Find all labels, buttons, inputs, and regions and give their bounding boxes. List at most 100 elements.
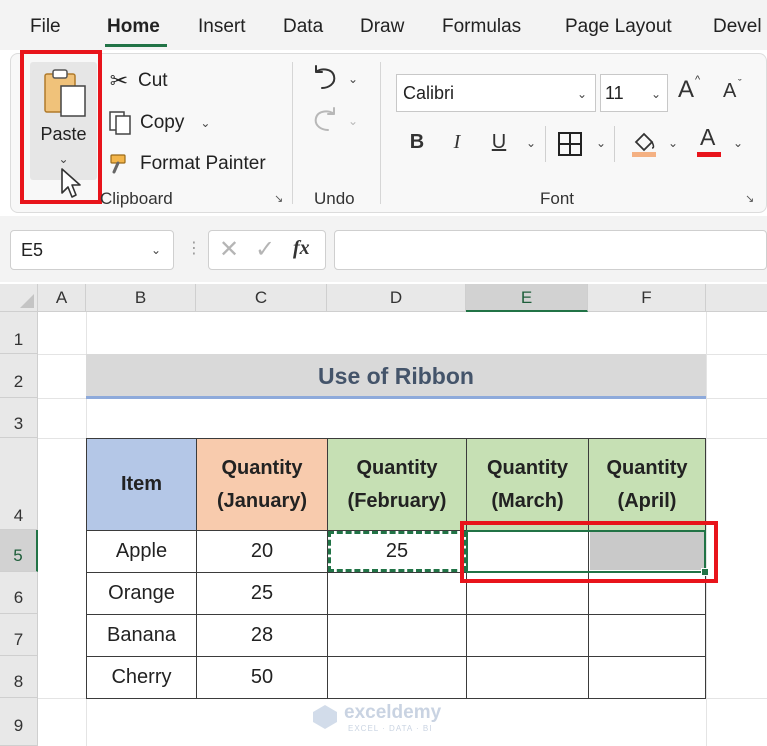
table-cell[interactable] (588, 656, 706, 699)
table-cell[interactable]: 25 (196, 572, 328, 615)
formula-controls: ✕ ✓ fx (208, 230, 326, 270)
table-cell[interactable]: 20 (196, 530, 328, 573)
font-name-value: Calibri (403, 83, 455, 103)
table-cell[interactable]: Orange (86, 572, 197, 615)
tab-insert[interactable]: Insert (198, 16, 246, 38)
row-header-8[interactable]: 8 (0, 656, 38, 698)
table-cell[interactable] (327, 572, 467, 615)
underline-button[interactable]: U (485, 131, 513, 154)
fill-color-icon[interactable] (630, 128, 658, 158)
header-february[interactable]: Quantity (February) (327, 438, 467, 531)
table-cell[interactable]: Apple (86, 530, 197, 573)
table-cell[interactable]: Banana (86, 614, 197, 657)
name-box[interactable]: E5 ⌄ (10, 230, 174, 270)
clipboard-launcher-icon[interactable]: ↘ (274, 193, 286, 205)
borders-icon[interactable] (557, 131, 583, 157)
tab-page-layout[interactable]: Page Layout (565, 16, 672, 38)
row-header-5[interactable]: 5 (0, 530, 38, 572)
select-all-button[interactable] (0, 284, 38, 312)
copy-button[interactable]: Copy ⌄ (108, 110, 210, 136)
copy-icon (109, 111, 131, 135)
row-header-1[interactable]: 1 (0, 312, 38, 354)
undo-icon[interactable] (310, 64, 340, 92)
bold-button[interactable]: B (403, 131, 431, 154)
header-item[interactable]: Item (86, 438, 197, 531)
paintbrush-icon (110, 154, 126, 174)
format-painter-button[interactable]: Format Painter (108, 152, 266, 176)
row-header-6[interactable]: 6 (0, 572, 38, 614)
table-cell[interactable]: 28 (196, 614, 328, 657)
table-cell[interactable] (466, 614, 589, 657)
header-march-line1: Quantity (486, 456, 569, 479)
column-header-c[interactable]: C (196, 284, 327, 312)
row-header-9[interactable]: 9 (0, 698, 38, 746)
ribbon-separator (292, 62, 293, 204)
watermark-tagline: EXCEL · DATA · BI (348, 724, 433, 733)
insert-function-icon[interactable]: fx (293, 237, 310, 260)
header-january[interactable]: Quantity (January) (196, 438, 328, 531)
row-header-4[interactable]: 4 (0, 438, 38, 530)
paste-highlight-box (20, 50, 102, 204)
cut-label: Cut (138, 70, 168, 91)
ribbon-separator (380, 62, 381, 204)
confirm-entry-icon[interactable]: ✓ (255, 235, 275, 264)
undo-dropdown-chevron-icon[interactable]: ⌄ (348, 72, 358, 86)
column-header-f[interactable]: F (588, 284, 706, 312)
font-launcher-icon[interactable]: ↘ (745, 193, 757, 205)
row-header-2[interactable]: 2 (0, 354, 38, 398)
formula-bar-grip-icon: ⋮ (186, 240, 202, 257)
cancel-entry-icon[interactable]: ✕ (219, 235, 239, 264)
decrease-font-size-icon[interactable]: A (723, 80, 736, 103)
tab-home[interactable]: Home (107, 16, 160, 38)
tab-formulas[interactable]: Formulas (442, 16, 521, 38)
column-header-b[interactable]: B (86, 284, 196, 312)
row-header-7[interactable]: 7 (0, 614, 38, 656)
header-item-label: Item (120, 473, 163, 495)
font-color-icon[interactable]: A (700, 124, 715, 151)
row-header-3[interactable]: 3 (0, 398, 38, 438)
cut-button[interactable]: ✂ Cut (108, 68, 168, 94)
decrease-caret-icon: ˇ (738, 78, 742, 90)
table-cell[interactable] (466, 656, 589, 699)
header-april[interactable]: Quantity (April) (588, 438, 706, 531)
table-cell[interactable] (327, 656, 467, 699)
table-cell[interactable] (588, 614, 706, 657)
tab-draw[interactable]: Draw (360, 16, 404, 38)
column-header-a[interactable]: A (38, 284, 86, 312)
table-cell[interactable] (327, 614, 467, 657)
header-february-line1: Quantity (356, 456, 438, 479)
table-cell[interactable]: Cherry (86, 656, 197, 699)
select-all-triangle-icon (20, 294, 34, 308)
sheet-title-cell[interactable]: Use of Ribbon (86, 354, 706, 396)
tab-data[interactable]: Data (283, 16, 323, 38)
italic-button[interactable]: I (443, 131, 471, 154)
underline-dropdown-chevron-icon[interactable]: ⌄ (526, 136, 536, 150)
column-header-d[interactable]: D (327, 284, 466, 312)
header-january-line1: Quantity (221, 456, 303, 479)
borders-dropdown-chevron-icon[interactable]: ⌄ (596, 136, 606, 150)
font-size-select[interactable]: 11 ⌄ (600, 74, 668, 112)
font-name-select[interactable]: Calibri ⌄ (396, 74, 596, 112)
font-group-label: Font (540, 189, 575, 208)
exceldemy-logo-icon (313, 705, 337, 729)
scissors-icon: ✂ (109, 68, 129, 93)
increase-font-size-icon[interactable]: A (678, 76, 694, 104)
tab-file[interactable]: File (30, 16, 61, 38)
column-header-e[interactable]: E (466, 284, 588, 312)
fill-color-dropdown-chevron-icon[interactable]: ⌄ (668, 136, 678, 150)
redo-dropdown-chevron-icon: ⌄ (348, 114, 359, 128)
header-april-line2: (April) (617, 489, 677, 512)
table-cell[interactable]: 50 (196, 656, 328, 699)
clipboard-group-label: Clipboard (100, 189, 173, 208)
header-february-line2: (February) (347, 489, 447, 512)
redo-icon (314, 107, 335, 131)
formula-input[interactable] (334, 230, 767, 270)
font-color-dropdown-chevron-icon[interactable]: ⌄ (733, 136, 743, 150)
font-size-value: 11 (605, 83, 624, 103)
tab-developer[interactable]: Devel (713, 16, 762, 38)
format-painter-label: Format Painter (140, 153, 266, 174)
header-march[interactable]: Quantity (March) (466, 438, 589, 531)
column-header-filler (706, 284, 767, 312)
copy-dropdown-chevron-icon[interactable]: ⌄ (200, 116, 210, 130)
name-box-chevron-icon: ⌄ (151, 243, 162, 257)
